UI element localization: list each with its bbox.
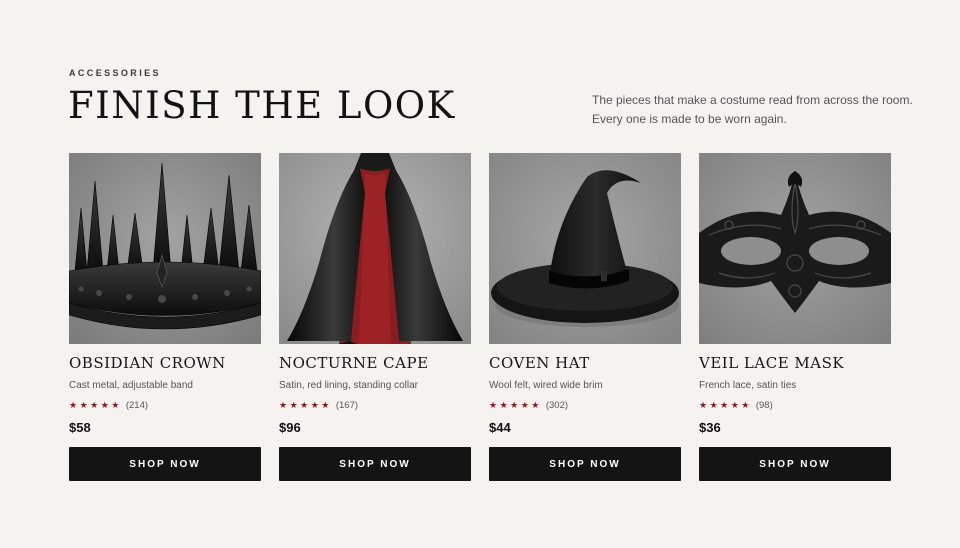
star-rating-icons: ★★★★★: [69, 399, 122, 410]
star-rating-icons: ★★★★★: [489, 399, 542, 410]
shop-now-button[interactable]: SHOP NOW: [69, 447, 261, 481]
product-name[interactable]: COVEN HAT: [489, 354, 681, 372]
shop-now-button[interactable]: SHOP NOW: [489, 447, 681, 481]
section-eyebrow: ACCESSORIES: [69, 68, 161, 78]
review-count: (302): [545, 399, 569, 411]
product-card: OBSIDIAN CROWN Cast metal, adjustable ba…: [69, 153, 261, 481]
product-rating: ★★★★★ (167): [279, 399, 471, 411]
review-count: (167): [335, 399, 359, 411]
product-name[interactable]: VEIL LACE MASK: [699, 354, 891, 372]
review-count: (214): [125, 399, 149, 411]
product-card: NOCTURNE CAPE Satin, red lining, standin…: [279, 153, 471, 481]
crown-image[interactable]: [69, 153, 261, 344]
cape-image[interactable]: [279, 153, 471, 344]
lace-mask-image[interactable]: [699, 153, 891, 344]
star-rating-icons: ★★★★★: [279, 399, 332, 410]
product-card: COVEN HAT Wool felt, wired wide brim ★★★…: [489, 153, 681, 481]
star-rating-icons: ★★★★★: [699, 399, 752, 410]
product-price: $58: [69, 420, 91, 435]
product-name[interactable]: OBSIDIAN CROWN: [69, 354, 261, 372]
product-description: French lace, satin ties: [699, 380, 797, 391]
product-rating: ★★★★★ (98): [699, 399, 891, 411]
section-title: FINISH THE LOOK: [68, 84, 456, 127]
product-rating: ★★★★★ (214): [69, 399, 261, 411]
product-price: $44: [489, 420, 511, 435]
tagline-line-1: The pieces that make a costume read from…: [592, 93, 913, 107]
section-tagline: The pieces that make a costume read from…: [592, 91, 913, 129]
shop-now-button[interactable]: SHOP NOW: [279, 447, 471, 481]
product-price: $96: [279, 420, 301, 435]
witch-hat-image[interactable]: [489, 153, 681, 344]
product-card: VEIL LACE MASK French lace, satin ties ★…: [699, 153, 891, 481]
shop-now-button[interactable]: SHOP NOW: [699, 447, 891, 481]
product-name[interactable]: NOCTURNE CAPE: [279, 354, 471, 372]
review-count: (98): [755, 399, 773, 411]
product-description: Wool felt, wired wide brim: [489, 380, 603, 391]
product-rating: ★★★★★ (302): [489, 399, 681, 411]
tagline-line-2: Every one is made to be worn again.: [592, 112, 787, 126]
product-price: $36: [699, 420, 721, 435]
product-description: Satin, red lining, standing collar: [279, 380, 418, 391]
product-description: Cast metal, adjustable band: [69, 380, 193, 391]
